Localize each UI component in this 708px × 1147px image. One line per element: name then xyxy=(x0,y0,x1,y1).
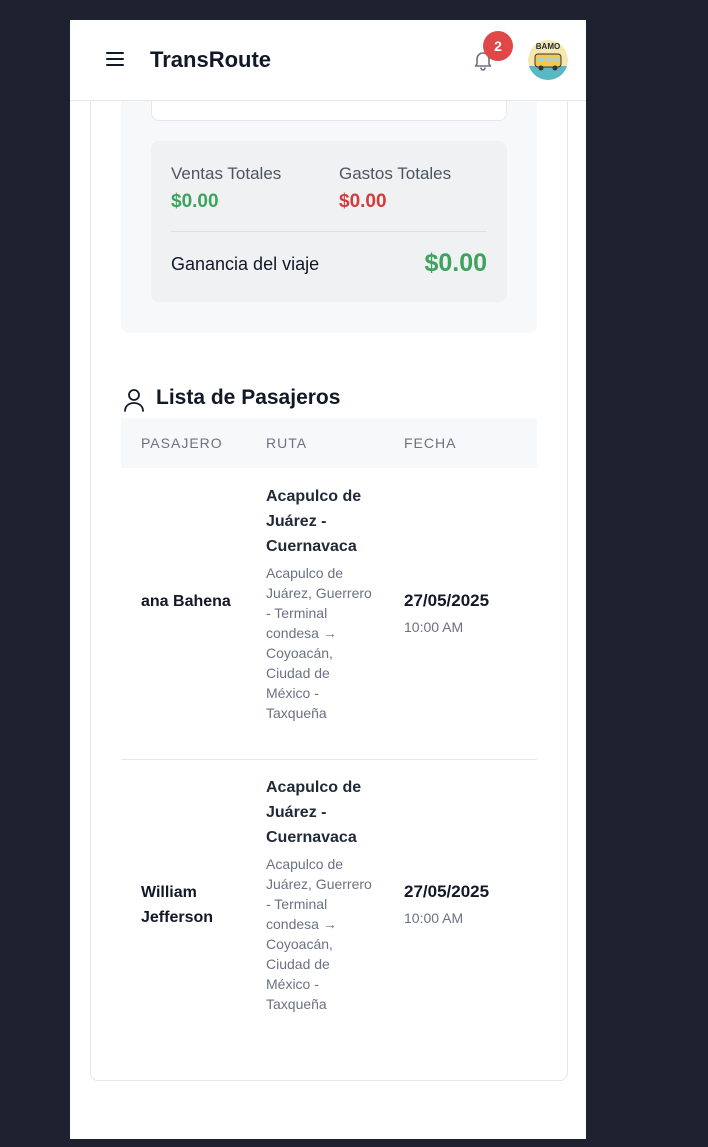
expenses-label: Gastos Totales xyxy=(339,164,452,183)
route-detail: Acapulco de Juárez, Guerrero - Terminal … xyxy=(266,565,372,721)
avatar[interactable]: BAMO xyxy=(528,40,568,80)
table-row[interactable]: ana Bahena Acapulco de Juárez - Cuernava… xyxy=(121,468,537,759)
column-header-passenger: PASAJERO xyxy=(141,435,223,451)
trip-date: 27/05/2025 xyxy=(404,882,490,901)
app-window: TransRoute 2 BAMO Ventas Totales $0.00 G… xyxy=(70,20,586,1139)
main-content: Ventas Totales $0.00 Gastos Totales $0.0… xyxy=(70,81,586,1139)
date-cell: 27/05/2025 10:00 AM xyxy=(404,882,489,926)
passenger-name: William Jefferson xyxy=(141,884,214,926)
user-icon xyxy=(124,389,144,412)
route-cell: Acapulco de Juárez - Cuernavaca Acapulco… xyxy=(266,775,376,1014)
table-row[interactable]: William Jefferson Acapulco de Juárez - C… xyxy=(121,760,537,1051)
profit-label: Ganancia del viaje xyxy=(171,254,320,274)
route-detail: Acapulco de Juárez, Guerrero - Terminal … xyxy=(266,856,372,1012)
profit-value: $0.00 xyxy=(424,249,487,277)
column-header-date: FECHA xyxy=(404,435,457,451)
date-cell: 27/05/2025 10:00 AM xyxy=(404,591,489,635)
notification-badge: 2 xyxy=(483,31,513,61)
sales-value: $0.00 xyxy=(171,191,219,212)
menu-icon[interactable] xyxy=(106,52,124,68)
app-brand: TransRoute xyxy=(150,47,272,72)
avatar-logo-text: BAMO xyxy=(535,42,561,51)
route-title: Acapulco de Juárez - Cuernavaca xyxy=(266,779,362,846)
totals-divider xyxy=(171,231,487,232)
totals-box: Ventas Totales $0.00 Gastos Totales $0.0… xyxy=(151,141,507,302)
table-header: PASAJERO RUTA FECHA xyxy=(121,418,537,468)
route-title: Acapulco de Juárez - Cuernavaca xyxy=(266,488,362,555)
trip-time: 10:00 AM xyxy=(404,619,464,635)
expenses-value: $0.00 xyxy=(339,191,387,212)
passenger-name: ana Bahena xyxy=(141,593,231,610)
route-cell: Acapulco de Juárez - Cuernavaca Acapulco… xyxy=(266,484,376,723)
column-header-route: RUTA xyxy=(266,435,308,451)
app-header: TransRoute 2 BAMO xyxy=(70,20,586,101)
trip-time: 10:00 AM xyxy=(404,910,464,926)
passenger-list-title: Lista de Pasajeros xyxy=(156,386,341,409)
sales-label: Ventas Totales xyxy=(171,164,282,183)
trip-date: 27/05/2025 xyxy=(404,591,490,610)
